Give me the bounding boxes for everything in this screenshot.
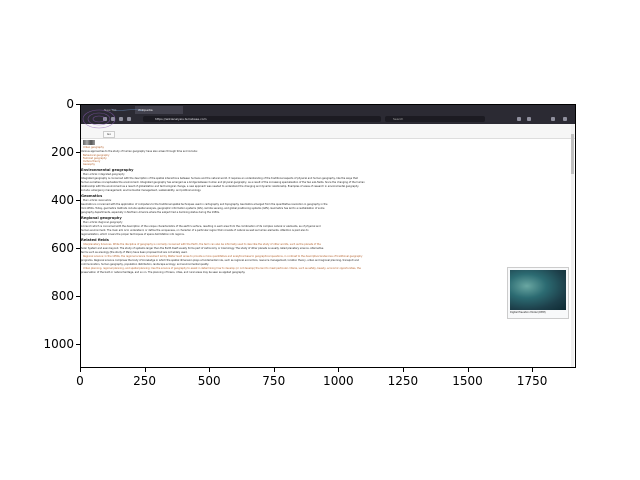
figure-caption: Digital Elevation Model (DEM) — [510, 311, 546, 314]
list-item-link[interactable]: Regional science: In the 1950s, the regi… — [81, 255, 511, 258]
extensions-icon[interactable] — [563, 117, 567, 121]
main-article-note: Main article: Regional geography — [83, 221, 123, 224]
y-tick — [76, 200, 80, 201]
paragraph-line: regionalization, which covers the proper… — [81, 233, 185, 236]
y-tick-label: 400 — [51, 193, 74, 207]
menu-icon[interactable] — [551, 117, 555, 121]
x-tick-label: 0 — [76, 374, 84, 388]
x-tick-label: 1000 — [323, 374, 354, 388]
paragraph-line: Integrated geography is concerned with t… — [81, 177, 358, 180]
y-tick — [76, 296, 80, 297]
search-input[interactable]: Search — [385, 116, 485, 122]
paragraph-line: terms such as areology (the study of Mar… — [81, 251, 188, 254]
scrollbar[interactable] — [571, 124, 574, 367]
thumbnail-strip — [83, 140, 95, 145]
paragraph-line: mid-1950s. Today, geomatics methods incl… — [81, 207, 325, 210]
figure-box: Digital Elevation Model (DEM) — [507, 267, 569, 319]
x-tick — [144, 368, 146, 372]
paragraph-line: include: emergency management, environme… — [81, 189, 202, 192]
paragraph-line: communication, human geography, populati… — [81, 263, 209, 266]
paragraph-line: relationship with the environment as a r… — [81, 185, 359, 188]
article-body: Urban geography Various approaches to the… — [81, 146, 511, 275]
x-tick — [402, 368, 404, 372]
x-tick-label: 1250 — [387, 374, 419, 388]
address-bar[interactable]: https://wikianalysis.terrabase.com — [143, 116, 381, 122]
y-tick-label: 0 — [66, 97, 74, 111]
web-page: Go Urban geography Various approaches to … — [81, 124, 575, 367]
y-tick — [76, 152, 80, 153]
list-item-link[interactable]: Urban geography — [81, 146, 511, 149]
x-tick-label: 1750 — [516, 374, 548, 388]
x-tick — [80, 368, 81, 372]
x-tick — [467, 368, 469, 372]
x-tick-label: 750 — [262, 374, 286, 388]
scrollbar-thumb[interactable] — [571, 134, 574, 174]
x-tick — [209, 368, 211, 372]
y-tick — [76, 104, 80, 105]
paragraph-line: A branch which is concerned with the des… — [81, 225, 321, 228]
paragraph-line: programs. Regional science comprises the… — [81, 259, 359, 262]
x-tick — [338, 368, 340, 372]
list-item-link[interactable]: Interplanetary Sciences. While the disci… — [81, 243, 511, 246]
y-tick — [76, 344, 80, 345]
x-tick-label: 250 — [133, 374, 157, 388]
y-tick-label: 1000 — [43, 337, 74, 351]
paragraph-line: geography departments, especially in Nor… — [81, 211, 220, 214]
library-icon[interactable] — [517, 117, 521, 121]
paragraph-line: human environment. The main aim is to un… — [81, 229, 309, 232]
sidebar-icon[interactable] — [527, 117, 531, 121]
y-tick — [76, 248, 80, 249]
list-item-link[interactable]: Urban planning, regional planning, and s… — [81, 267, 511, 270]
y-tick-label: 200 — [51, 145, 74, 159]
overlay-contour-decoration — [82, 108, 144, 129]
paragraph-line: Various approaches to the study of human… — [81, 150, 198, 153]
y-tick-label: 600 — [51, 241, 74, 255]
paragraph-line: Solar System and even beyond. The study … — [81, 247, 324, 250]
list-item-link[interactable]: Geosophy — [81, 163, 511, 166]
main-article-note: Main article: Geomatics — [83, 199, 112, 202]
elevation-map-image[interactable] — [510, 270, 566, 310]
paragraph-line: human societies conceptualize the enviro… — [81, 181, 365, 184]
x-tick — [273, 368, 275, 372]
main-article-note: Main article: Integrated geography — [83, 173, 125, 176]
paragraph-line: Geomatics is concerned with the applicat… — [81, 203, 328, 206]
x-tick-label: 500 — [197, 374, 221, 388]
tab-bar: New Tab Wikipedia — [81, 105, 575, 114]
image-axes: New Tab Wikipedia https://wikianalysis.t… — [80, 104, 576, 368]
wiki-header: Go — [81, 124, 575, 139]
x-tick-label: 1500 — [452, 374, 483, 388]
paragraph-line: preservation of the built or natural her… — [81, 271, 246, 274]
y-tick-label: 800 — [51, 289, 74, 303]
x-tick — [532, 368, 534, 372]
